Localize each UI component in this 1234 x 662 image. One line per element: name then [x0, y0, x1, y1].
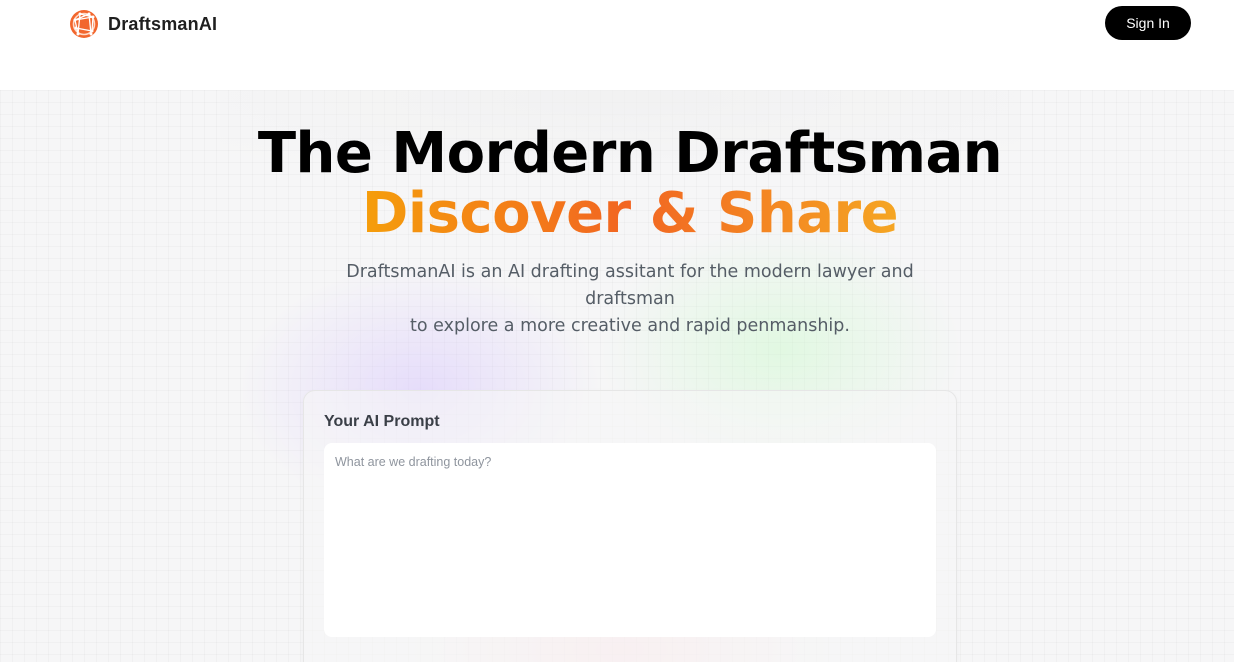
hero-tagline-text: Discover & Share	[361, 181, 899, 246]
hero-subtitle-line-2: to explore a more creative and rapid pen…	[410, 316, 850, 336]
hero-subtitle-line-1: DraftsmanAI is an AI drafting assitant f…	[346, 262, 914, 309]
hero-content: The Mordern Draftsman Discover & Share D…	[0, 0, 1234, 662]
hero-title: The Mordern Draftsman	[257, 121, 1003, 186]
page: DraftsmanAI Sign In The Mordern Draftsma…	[0, 0, 1234, 662]
hero-subtitle: DraftsmanAI is an AI drafting assitant f…	[300, 259, 960, 340]
prompt-label: Your AI Prompt	[324, 413, 440, 430]
hero-tagline: Discover & Share	[0, 182, 1234, 246]
prompt-card: Your AI Prompt	[303, 390, 957, 662]
prompt-textarea[interactable]	[324, 443, 936, 637]
